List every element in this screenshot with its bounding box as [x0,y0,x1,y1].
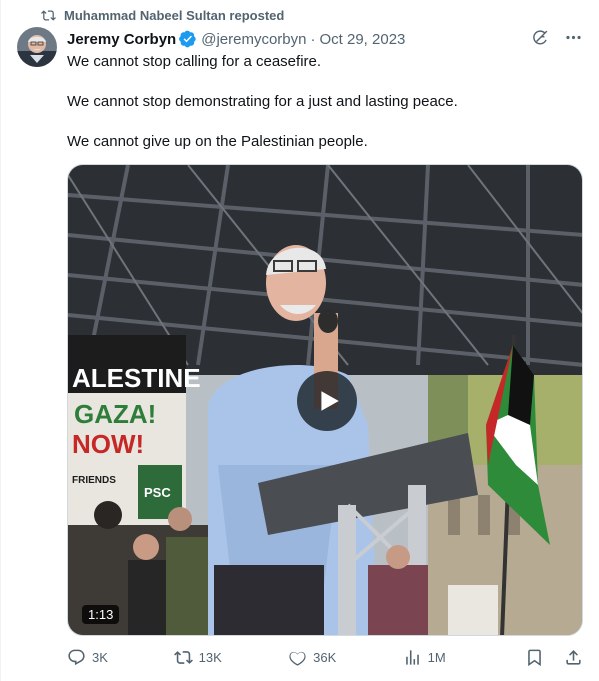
play-button[interactable] [297,371,357,431]
more-options-icon[interactable] [564,28,583,47]
tweet-line-2: We cannot stop demonstrating for a just … [67,93,458,110]
views-button[interactable]: 1M [403,648,525,667]
reply-count: 3K [92,650,108,665]
grok-icon[interactable] [531,28,550,47]
reply-icon [68,649,85,666]
repost-label[interactable]: Muhammad Nabeel Sultan reposted [64,8,284,23]
banner-text-gaza: GAZA! [74,399,156,429]
heart-icon [289,651,306,666]
tweet-line-1: We cannot stop calling for a ceasefire. [67,53,322,70]
tweet-date[interactable]: Oct 29, 2023 [319,31,405,48]
tweet-text: We cannot stop calling for a ceasefire. … [67,52,577,172]
repost-indicator: Muhammad Nabeel Sultan reposted [41,8,284,23]
play-icon [321,391,339,411]
views-chart-icon [405,650,419,665]
repost-icon [41,10,56,21]
header-actions [531,28,583,47]
author-handle[interactable]: @jeremycorbyn [201,31,306,48]
bookmark-icon[interactable] [525,648,544,667]
like-count: 36K [313,650,337,665]
tweet-header: Jeremy Corbyn @jeremycorbyn · Oct 29, 20… [67,30,583,48]
reply-button[interactable]: 3K [67,648,174,667]
secondary-actions [525,648,583,667]
repost-count: 13K [198,650,222,665]
tweet-card[interactable]: Muhammad Nabeel Sultan reposted Jeremy C… [0,0,599,681]
author-name[interactable]: Jeremy Corbyn [67,31,176,48]
separator: · [310,30,316,48]
views-count: 1M [427,650,446,665]
banner-text-friends: FRIENDS [72,475,116,486]
video-player[interactable]: ALESTINE GAZA! NOW! FRIENDS PSC 1:13 [67,164,583,636]
video-duration: 1:13 [82,605,120,624]
tweet-line-3: We cannot give up on the Palestinian peo… [67,133,368,150]
share-icon[interactable] [564,648,583,667]
repost-icon [173,651,193,664]
verified-badge-icon[interactable] [179,30,197,48]
action-bar: 3K 13K 36K 1M [67,648,583,667]
banner-text-psc: PSC [144,485,171,500]
banner-text-now: NOW! [72,429,144,459]
avatar[interactable] [17,27,57,67]
like-button[interactable]: 36K [288,648,403,667]
repost-button[interactable]: 13K [173,648,289,667]
banner-text-palestine: ALESTINE [72,363,201,393]
